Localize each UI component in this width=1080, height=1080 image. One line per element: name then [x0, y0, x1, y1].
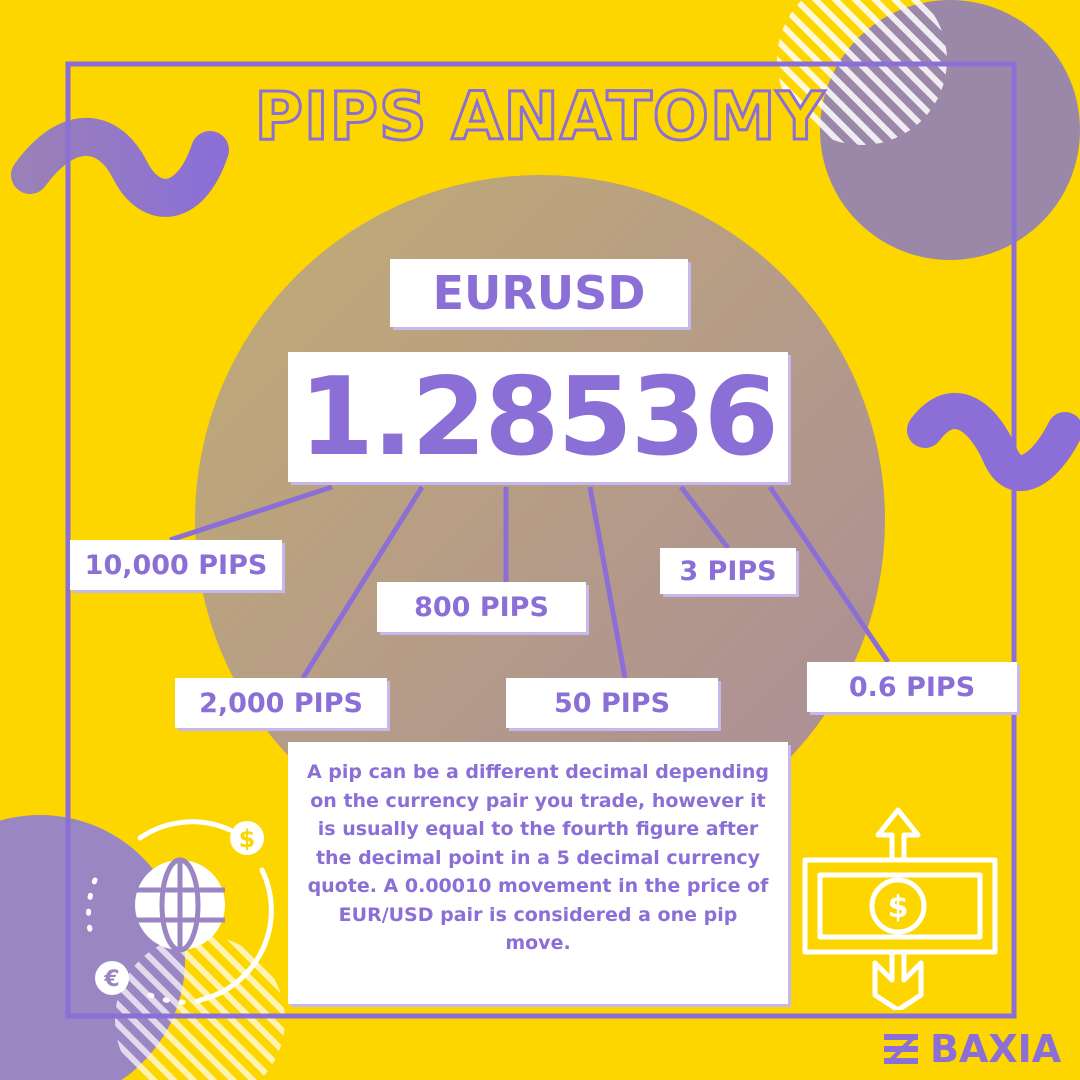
dollar-coin-glyph: $ — [239, 825, 256, 853]
pip-label-3: 3 PIPS — [660, 548, 796, 594]
pip-label-2000: 2,000 PIPS — [175, 678, 387, 728]
currency-pair-label: EURUSD — [390, 259, 688, 327]
pip-label-800: 800 PIPS — [377, 582, 586, 632]
price-quote: 1.28536 — [288, 352, 788, 482]
euro-coin-glyph: € — [103, 967, 119, 992]
pip-label-0-6: 0.6 PIPS — [807, 662, 1017, 712]
pip-explanation-text: A pip can be a different decimal dependi… — [288, 742, 788, 1004]
euro-coin-icon: € — [95, 961, 129, 995]
globe-icon — [135, 857, 225, 953]
right-squiggle — [907, 393, 1080, 491]
pip-label-10000: 10,000 PIPS — [70, 540, 282, 590]
brand-logo: BAXIA — [882, 1024, 1061, 1074]
arrow-up-icon — [875, 807, 921, 863]
banknote-dollar-glyph: $ — [888, 890, 909, 925]
pip-label-50: 50 PIPS — [506, 678, 718, 728]
globe-currency-icon: $ € — [86, 819, 274, 1005]
banknote-arrow-icon: $ — [802, 807, 998, 1010]
brand-name: BAXIA — [930, 1027, 1062, 1071]
page-title: PIPS ANATOMY — [253, 77, 826, 157]
dollar-coin-icon: $ — [230, 821, 264, 855]
baxia-logo-icon — [884, 1034, 918, 1064]
